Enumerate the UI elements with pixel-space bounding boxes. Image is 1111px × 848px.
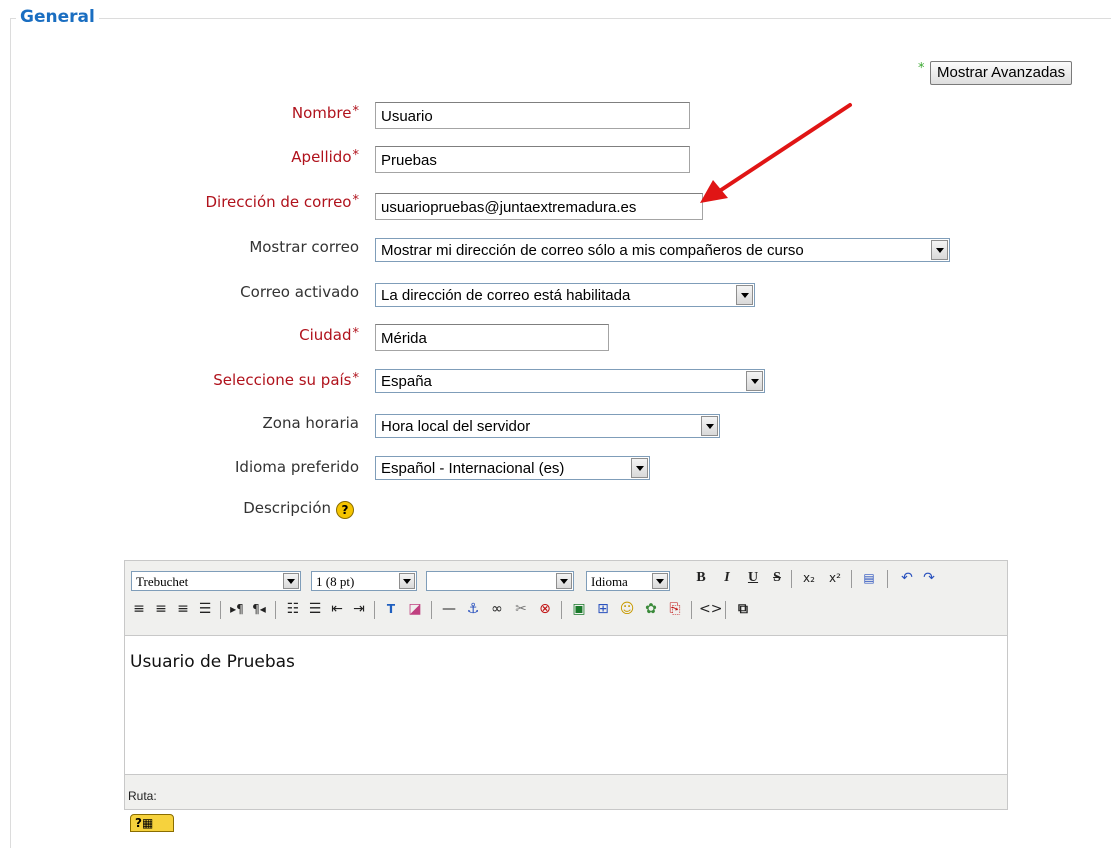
html-editor: Trebuchet 1 (8 pt) Idioma B I U S x₂ x² … <box>124 560 1008 810</box>
fieldset-legend[interactable]: General <box>16 7 99 27</box>
toolbar-separator <box>887 570 888 588</box>
paste-word-icon[interactable]: ▤ <box>859 568 879 588</box>
language-value: Idioma <box>591 574 628 589</box>
advanced-star: * <box>918 61 925 76</box>
font-family-select[interactable]: Trebuchet <box>131 571 301 591</box>
redo-icon[interactable]: ↷ <box>919 568 939 588</box>
idioma-value: Español - Internacional (es) <box>381 460 565 477</box>
toolbar-separator <box>275 601 276 619</box>
chevron-down-icon[interactable] <box>931 240 948 260</box>
toolbar-separator <box>791 570 792 588</box>
zona-select[interactable]: Hora local del servidor <box>375 414 720 438</box>
correo-activado-select[interactable]: La dirección de correo está habilitada <box>375 283 755 307</box>
unlink-icon[interactable]: ✂ <box>511 599 531 619</box>
toolbar-separator <box>220 601 221 619</box>
italic-icon[interactable]: I <box>717 568 737 588</box>
font-family-value: Trebuchet <box>136 574 189 589</box>
chevron-down-icon[interactable] <box>746 371 763 391</box>
outdent-icon[interactable]: ⇤ <box>327 599 347 619</box>
editor-path: Ruta: <box>128 789 157 803</box>
chevron-down-icon[interactable] <box>399 573 415 589</box>
fullscreen-icon[interactable]: ⧉ <box>733 599 753 619</box>
align-right-icon[interactable]: ≡ <box>173 599 193 619</box>
align-left-icon[interactable]: ≡ <box>129 599 149 619</box>
label-zona: Zona horaria <box>262 414 360 432</box>
table-icon[interactable]: ⊞ <box>593 599 613 619</box>
text-color-icon[interactable]: T <box>381 599 401 619</box>
label-correo: Dirección de correo* <box>205 193 360 211</box>
toolbar-separator <box>374 601 375 619</box>
image-icon[interactable]: ▣ <box>569 599 589 619</box>
show-advanced-button[interactable]: Mostrar Avanzadas <box>930 61 1073 85</box>
chevron-down-icon[interactable] <box>283 573 299 589</box>
label-pais: Seleccione su país* <box>213 371 359 389</box>
anchor-icon[interactable]: ⚓ <box>463 599 483 619</box>
bold-icon[interactable]: B <box>691 568 711 588</box>
nombre-input[interactable]: Usuario <box>375 102 690 129</box>
smiley-icon[interactable]: ☺ <box>617 599 637 619</box>
search-replace-icon[interactable]: ⎘ <box>665 599 685 619</box>
align-center-icon[interactable]: ≡ <box>151 599 171 619</box>
background-color-icon[interactable]: ◪ <box>405 599 425 619</box>
help-icon[interactable]: ? <box>336 501 354 519</box>
indent-icon[interactable]: ⇥ <box>349 599 369 619</box>
ltr-icon[interactable]: ▸¶ <box>227 599 247 619</box>
html-source-icon[interactable]: <> <box>699 599 722 619</box>
label-descripcion: Descripción <box>243 499 331 517</box>
subscript-icon[interactable]: x₂ <box>799 568 819 588</box>
ordered-list-icon[interactable]: ☷ <box>283 599 303 619</box>
label-correo-activado: Correo activado <box>240 283 359 301</box>
rtl-icon[interactable]: ¶◂ <box>249 599 269 619</box>
zona-value: Hora local del servidor <box>381 418 531 435</box>
nolink-icon[interactable]: ⊗ <box>535 599 555 619</box>
chevron-down-icon[interactable] <box>556 573 572 589</box>
mostrar-correo-value: Mostrar mi dirección de correo sólo a mi… <box>381 242 804 259</box>
label-apellido: Apellido* <box>291 148 359 166</box>
chevron-down-icon[interactable] <box>652 573 668 589</box>
undo-icon[interactable]: ↶ <box>897 568 917 588</box>
special-char-icon[interactable]: ✿ <box>641 599 661 619</box>
superscript-icon[interactable]: x² <box>825 568 845 588</box>
underline-icon[interactable]: U <box>743 568 763 588</box>
chevron-down-icon[interactable] <box>631 458 648 478</box>
toolbar-separator <box>561 601 562 619</box>
label-mostrar-correo: Mostrar correo <box>249 238 359 256</box>
justify-icon[interactable]: ☰ <box>195 599 215 619</box>
toolbar-separator <box>691 601 692 619</box>
keyboard-help-icon[interactable]: ?▦ <box>130 814 174 832</box>
unordered-list-icon[interactable]: ☰ <box>305 599 325 619</box>
pais-value: España <box>381 373 432 390</box>
label-idioma: Idioma preferido <box>235 458 359 476</box>
font-size-select[interactable]: 1 (8 pt) <box>311 571 417 591</box>
horizontal-rule-icon[interactable]: — <box>439 599 459 619</box>
format-select[interactable] <box>426 571 574 591</box>
ciudad-input[interactable]: Mérida <box>375 324 609 351</box>
email-input[interactable]: usuariopruebas@juntaextremadura.es <box>375 193 703 220</box>
label-nombre: Nombre* <box>291 104 359 122</box>
correo-activado-value: La dirección de correo está habilitada <box>381 287 631 304</box>
editor-content-text: Usuario de Pruebas <box>130 652 295 672</box>
mostrar-correo-select[interactable]: Mostrar mi dirección de correo sólo a mi… <box>375 238 950 262</box>
annotation-arrow-icon <box>700 103 852 203</box>
font-size-value: 1 (8 pt) <box>316 574 355 589</box>
strikethrough-icon[interactable]: S <box>767 568 787 588</box>
toolbar-separator <box>725 601 726 619</box>
apellido-input[interactable]: Pruebas <box>375 146 690 173</box>
label-ciudad: Ciudad* <box>299 326 359 344</box>
idioma-select[interactable]: Español - Internacional (es) <box>375 456 650 480</box>
toolbar-separator <box>851 570 852 588</box>
chevron-down-icon[interactable] <box>736 285 753 305</box>
language-select[interactable]: Idioma <box>586 571 670 591</box>
editor-content-area[interactable]: Usuario de Pruebas <box>125 635 1007 775</box>
link-icon[interactable]: ∞ <box>487 599 507 619</box>
toolbar-separator <box>431 601 432 619</box>
pais-select[interactable]: España <box>375 369 765 393</box>
chevron-down-icon[interactable] <box>701 416 718 436</box>
